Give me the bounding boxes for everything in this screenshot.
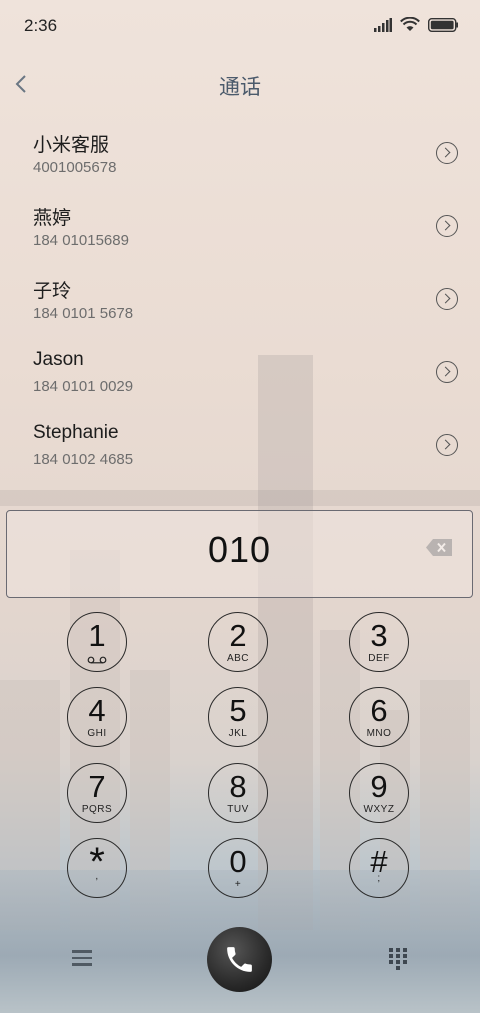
list-divider [0, 490, 480, 506]
key-5[interactable]: 5 JKL [208, 687, 268, 747]
key-8[interactable]: 8 TUV [208, 763, 268, 823]
key-star[interactable]: * , [67, 838, 127, 898]
key-hash[interactable]: # ; [349, 838, 409, 898]
contact-item[interactable]: 燕婷 184 01015689 [0, 193, 480, 266]
key-letters: DEF [368, 653, 390, 664]
key-4[interactable]: 4 GHI [67, 687, 127, 747]
key-1[interactable]: 1 [67, 612, 127, 672]
key-digit: 7 [88, 769, 106, 804]
key-digit: 6 [370, 693, 388, 728]
key-letters: ; [377, 873, 381, 884]
key-letters: JKL [228, 728, 248, 739]
key-digit: 1 [88, 618, 106, 653]
contact-number: 184 0101 0029 [33, 378, 134, 395]
contact-number: 184 0101 5678 [33, 305, 134, 322]
key-digit: 5 [229, 693, 247, 728]
contact-name: Jason [33, 349, 84, 370]
keypad-toggle-button[interactable] [389, 948, 407, 970]
wifi-icon [400, 17, 420, 31]
contact-name: 燕婷 [33, 208, 72, 229]
contact-number: 184 01015689 [33, 232, 129, 249]
signal-icon [374, 17, 392, 32]
key-digit: 2 [229, 618, 247, 653]
backspace-icon[interactable] [426, 539, 452, 556]
key-digit: 0 [229, 844, 247, 879]
status-bar: 2:36 [0, 0, 480, 52]
contact-name: Stephanie [33, 422, 119, 443]
key-digit: 9 [370, 769, 388, 804]
bottom-action-bar [0, 926, 480, 996]
contact-item[interactable]: Stephanie 184 0102 4685 [0, 412, 480, 485]
key-digit: 3 [370, 618, 388, 653]
status-icons [374, 17, 458, 32]
contact-detail-icon[interactable] [436, 142, 458, 164]
key-6[interactable]: 6 MNO [349, 687, 409, 747]
key-digit: 4 [88, 693, 106, 728]
contact-item[interactable]: 子玲 184 0101 5678 [0, 266, 480, 339]
key-letters: + [234, 879, 242, 890]
contact-item[interactable]: 小米客服 4001005678 [0, 120, 480, 193]
key-letters: ABC [226, 653, 250, 664]
menu-icon [72, 950, 92, 966]
contact-item[interactable]: Jason 184 0101 0029 [0, 339, 480, 412]
page-title: 通话 [219, 76, 261, 99]
contact-number: 4001005678 [33, 159, 117, 176]
menu-button[interactable] [72, 950, 92, 966]
contact-suggestion-list: 小米客服 4001005678 燕婷 184 01015689 子玲 184 0… [0, 120, 480, 485]
key-letters: PQRS [81, 804, 113, 815]
contact-detail-icon[interactable] [436, 361, 458, 383]
contact-detail-icon[interactable] [436, 288, 458, 310]
contact-name: 子玲 [33, 281, 72, 302]
key-3[interactable]: 3 DEF [349, 612, 409, 672]
key-letters: MNO [366, 728, 392, 739]
battery-icon [428, 17, 458, 32]
contact-detail-icon[interactable] [436, 434, 458, 456]
phone-icon [227, 947, 252, 972]
key-2[interactable]: 2 ABC [208, 612, 268, 672]
key-9[interactable]: 9 WXYZ [349, 763, 409, 823]
call-button[interactable] [207, 927, 272, 992]
key-letters: , [95, 871, 99, 882]
dialed-number: 010 [207, 529, 272, 570]
key-letters: TUV [227, 804, 249, 815]
key-7[interactable]: 7 PQRS [67, 763, 127, 823]
contact-detail-icon[interactable] [436, 215, 458, 237]
contact-name: 小米客服 [33, 135, 110, 156]
status-time: 2:36 [24, 16, 58, 35]
key-letters: GHI [87, 728, 107, 739]
contact-number: 184 0102 4685 [33, 451, 134, 468]
key-digit: 8 [229, 769, 247, 804]
dial-input-display[interactable]: 010 [6, 510, 473, 598]
key-0[interactable]: 0 + [208, 838, 268, 898]
header: 通话 [0, 56, 480, 112]
key-letters: WXYZ [363, 804, 395, 815]
voicemail-icon [87, 656, 107, 664]
